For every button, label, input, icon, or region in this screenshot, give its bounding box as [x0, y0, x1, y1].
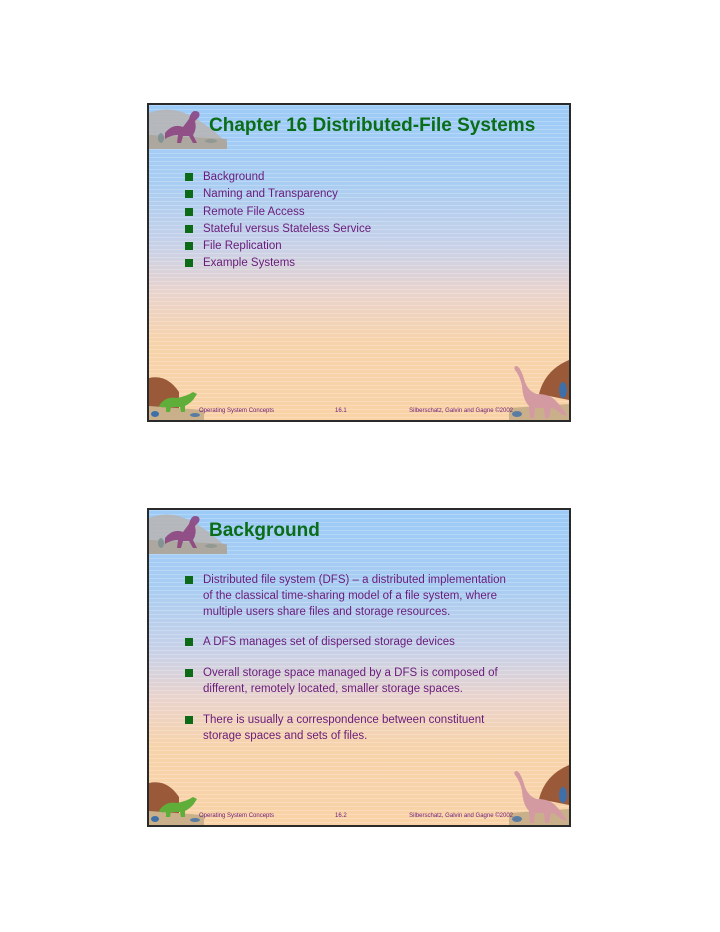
footer-page-number: 16.1 [335, 408, 347, 414]
bullet-item: Remote File Access [185, 204, 371, 221]
footer-copyright: Silberschatz, Galvin and Gagne ©2002 [409, 813, 513, 819]
pink-brontosaurus-icon [509, 360, 569, 420]
slide-2: Background Distributed file system (DFS)… [147, 508, 571, 827]
bullet-text: Overall storage space managed by a DFS i… [203, 667, 498, 695]
square-bullet-icon [185, 576, 193, 584]
bullet-item: Overall storage space managed by a DFS i… [185, 666, 515, 698]
bullet-item: A DFS manages set of dispersed storage d… [185, 635, 515, 651]
square-bullet-icon [185, 638, 193, 647]
bullet-text: Distributed file system (DFS) – a distri… [203, 574, 506, 618]
bullet-item: There is usually a correspondence betwee… [185, 713, 515, 745]
square-bullet-icon [185, 190, 193, 199]
square-bullet-icon [185, 669, 193, 678]
square-bullet-icon [185, 259, 193, 268]
bullet-text: Background [203, 171, 265, 183]
bullet-item: Stateful versus Stateless Service [185, 221, 371, 238]
bullet-list: Distributed file system (DFS) – a distri… [185, 573, 515, 759]
bullet-text: There is usually a correspondence betwee… [203, 713, 485, 742]
bullet-text: Example Systems [203, 257, 296, 270]
square-bullet-icon [185, 715, 193, 724]
footer-course: Operating System Concepts [199, 813, 275, 819]
slide-1: Chapter 16 Distributed-File Systems Back… [147, 103, 571, 422]
bullet-text: A DFS manages set of dispersed storage d… [203, 636, 455, 649]
bullet-item: Distributed file system (DFS) – a distri… [185, 573, 515, 620]
slide-title: Chapter 16 Distributed-File Systems [209, 115, 536, 136]
square-bullet-icon [185, 173, 193, 181]
bullet-item: Naming and Transparency [185, 186, 371, 203]
bullet-list: Background Naming and Transparency Remot… [185, 169, 371, 273]
bullet-text: File Replication [203, 240, 282, 253]
green-triceratops-icon [149, 377, 204, 420]
bullet-text: Stateful versus Stateless Service [203, 222, 372, 235]
slide-title: Background [209, 520, 320, 541]
pink-brontosaurus-icon [509, 765, 569, 825]
bullet-item: Background [185, 169, 371, 186]
footer-course: Operating System Concepts [199, 408, 275, 414]
footer-copyright: Silberschatz, Galvin and Gagne ©2002 [409, 408, 513, 414]
square-bullet-icon [185, 224, 193, 233]
bullet-item: File Replication [185, 238, 371, 255]
bullet-text: Remote File Access [203, 205, 305, 218]
footer-page-number: 16.2 [335, 813, 347, 819]
bullet-item: Example Systems [185, 255, 371, 272]
square-bullet-icon [185, 207, 193, 216]
square-bullet-icon [185, 242, 193, 251]
bullet-text: Naming and Transparency [203, 188, 338, 201]
green-triceratops-icon [149, 782, 204, 825]
